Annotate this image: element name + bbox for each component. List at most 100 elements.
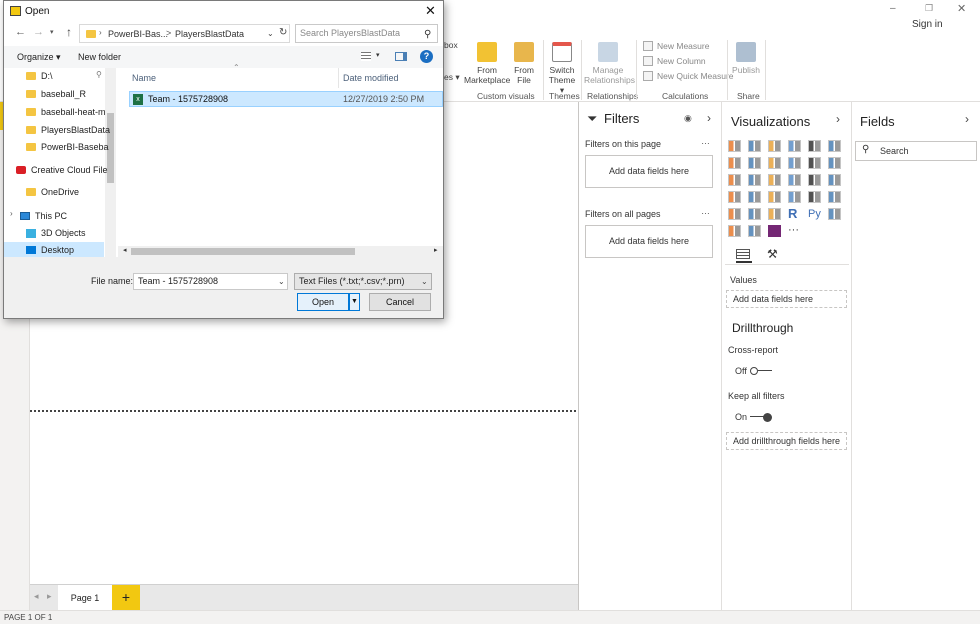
slicer-icon[interactable] [728,208,741,220]
multirow-card-icon[interactable] [808,191,821,203]
close-icon[interactable]: ✕ [425,3,436,19]
r-visual-icon[interactable]: R [788,207,801,220]
stacked-bar-icon[interactable] [728,140,741,152]
tree-item[interactable]: baseball-heat-m [26,104,106,120]
key-influencers-icon[interactable] [828,208,841,220]
line-clustered-icon[interactable] [808,157,821,169]
100-bar-icon[interactable] [808,140,821,152]
ribbon-chart-icon[interactable] [828,157,841,169]
tree-item[interactable]: Creative Cloud File [16,162,108,178]
powerapps-icon[interactable] [768,225,781,237]
scatter-icon[interactable] [768,174,781,186]
new-folder-button[interactable]: New folder [78,52,121,62]
collapse-viz-icon[interactable]: › [836,112,840,126]
file-type-select[interactable]: Text Files (*.txt;*.csv;*.prn) ⌄ [294,273,432,290]
new-measure-button[interactable]: New Measure [643,41,709,51]
stacked-area-icon[interactable] [768,157,781,169]
filters-all-drop-zone[interactable]: Add data fields here [585,225,713,258]
filename-dropdown-icon[interactable]: ⌄ [278,274,285,289]
collapse-fields-icon[interactable]: › [965,112,969,126]
cross-report-toggle[interactable] [750,366,772,376]
pie-chart-icon[interactable] [788,174,801,186]
tree-item[interactable]: This PC [20,208,67,224]
column-header-date[interactable]: Date modified [343,73,399,83]
close-app-icon[interactable]: ✕ [957,2,966,15]
decomposition-icon[interactable] [748,225,761,237]
sign-in-link[interactable]: Sign in [912,19,943,30]
kpi-icon[interactable] [828,191,841,203]
address-dropdown-icon[interactable]: ⌄ [267,29,274,38]
search-input[interactable]: Search PlayersBlastData ⚲ [295,24,438,43]
treemap-icon[interactable] [828,174,841,186]
more-visuals-icon[interactable]: ··· [788,225,801,237]
next-page-icon[interactable]: ▸ [47,591,52,602]
tree-item[interactable]: OneDrive [26,184,79,200]
table-icon[interactable] [748,208,761,220]
python-visual-icon[interactable]: Py [808,208,821,220]
back-arrow-icon[interactable]: ← [15,26,26,38]
breadcrumb-item[interactable]: PowerBI-Bas... [108,29,168,39]
help-icon[interactable]: ? [420,50,433,63]
eye-icon[interactable]: ◉ [684,113,692,124]
from-marketplace-button[interactable]: From Marketplace [464,42,510,85]
paint-roller-icon[interactable]: ⚒ [767,247,778,261]
drillthrough-drop-zone[interactable]: Add drillthrough fields here [726,432,847,450]
file-list-h-scrollbar[interactable]: ◂ ▸ [118,246,443,257]
add-page-button[interactable]: + [112,585,140,611]
keep-filters-toggle[interactable] [750,412,772,422]
address-bar[interactable]: › PowerBI-Bas... > PlayersBlastData ⌄ ↻ [79,24,290,43]
view-dropdown-icon[interactable]: ▾ [376,51,380,59]
restore-icon[interactable]: ❐ [925,3,933,14]
tree-item[interactable]: 3D Objects [26,225,86,241]
collapse-filters-icon[interactable]: › [707,111,711,125]
publish-button[interactable]: Publish [731,42,761,75]
gauge-icon[interactable] [768,191,781,203]
recent-chevron-icon[interactable]: ▾ [50,28,54,36]
open-button[interactable]: Open [297,293,349,311]
organize-menu[interactable]: Organize ▾ [17,52,61,63]
100-column-icon[interactable] [828,140,841,152]
filled-map-icon[interactable] [748,191,761,203]
breadcrumb-item[interactable]: PlayersBlastData [175,29,244,39]
new-column-button[interactable]: New Column [643,56,706,66]
preview-pane-icon[interactable] [395,52,407,61]
fields-well-tab[interactable] [736,249,752,263]
clustered-bar-icon[interactable] [768,140,781,152]
card-icon[interactable] [788,191,801,203]
line-chart-icon[interactable] [728,157,741,169]
more-options-icon[interactable]: … [701,136,710,146]
tab-page-1[interactable]: Page 1 [58,585,112,611]
filters-page-drop-zone[interactable]: Add data fields here [585,155,713,188]
tree-item[interactable]: Desktop [4,242,104,258]
donut-chart-icon[interactable] [808,174,821,186]
view-options-icon[interactable] [361,52,371,61]
clustered-column-icon[interactable] [788,140,801,152]
matrix-icon[interactable] [768,208,781,220]
values-drop-zone[interactable]: Add data fields here [726,290,847,308]
manage-relationships-button[interactable]: Manage Relationships [584,42,635,85]
waterfall-icon[interactable] [728,174,741,186]
more-options-icon[interactable]: … [701,206,710,216]
tree-item[interactable]: PowerBI-Baseba [26,139,109,155]
stacked-column-icon[interactable] [748,140,761,152]
tree-item[interactable]: PlayersBlastData [26,122,110,138]
file-row[interactable]: x Team - 1575728908 12/27/2019 2:50 PM [129,91,443,107]
funnel-chart-icon[interactable] [748,174,761,186]
cancel-button[interactable]: Cancel [369,293,431,311]
minimize-icon[interactable]: – [890,3,896,14]
switch-theme-button[interactable]: Switch Theme ▾ [546,42,578,95]
prev-page-icon[interactable]: ◂ [34,591,39,602]
open-options-dropdown[interactable]: ▼ [349,293,360,311]
tree-item[interactable]: D:\ [26,68,53,84]
pin-icon[interactable]: ⚲ [96,70,102,79]
file-name-input[interactable]: Team - 1575728908 ⌄ [133,273,288,290]
forward-arrow-icon[interactable]: → [33,26,44,38]
area-chart-icon[interactable] [748,157,761,169]
qa-icon[interactable] [728,225,741,237]
map-icon[interactable] [728,191,741,203]
up-arrow-icon[interactable]: ↑ [66,25,72,39]
new-quick-measure-button[interactable]: New Quick Measure [643,71,734,81]
line-column-icon[interactable] [788,157,801,169]
fields-search-box[interactable]: ⚲ Search [855,141,977,161]
tree-item[interactable]: baseball_R [26,86,86,102]
